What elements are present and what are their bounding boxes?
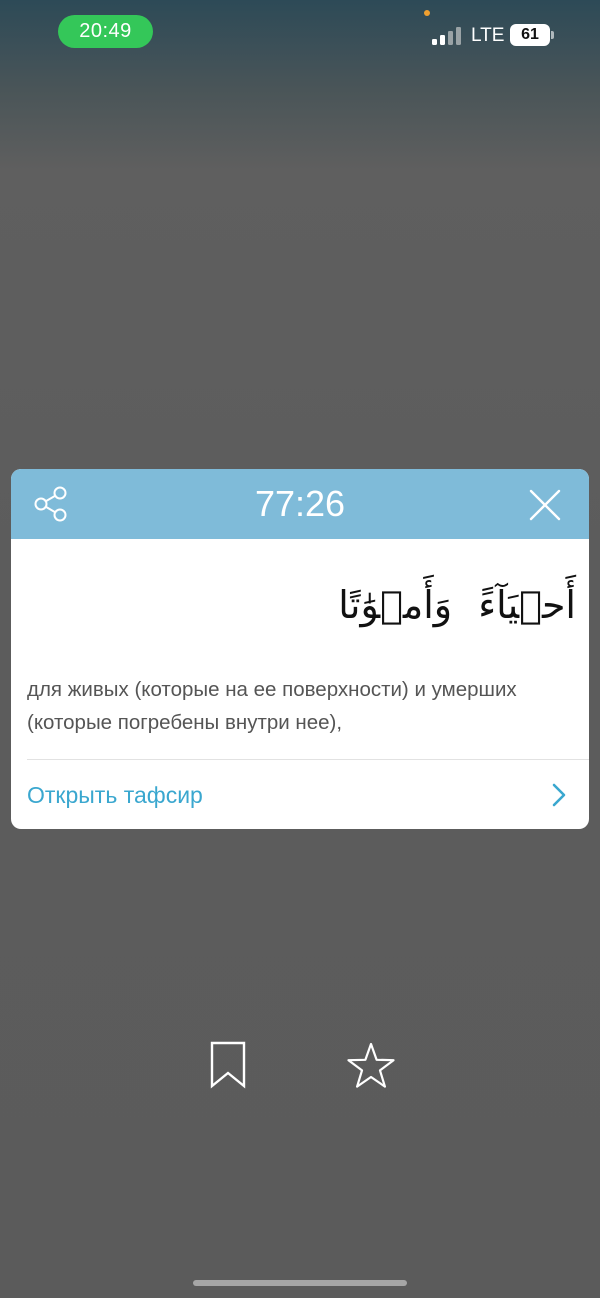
arabic-ayah-text: أَحۡيَآءً وَأَمۡوَٰتًا	[338, 583, 576, 627]
home-indicator[interactable]	[193, 1280, 407, 1286]
chevron-right-icon	[552, 783, 566, 807]
ayah-card: 77:26 أَحۡيَآءً وَأَمۡوَٰتًا для живых (…	[11, 469, 589, 829]
open-tafsir-label: Открыть тафсир	[27, 782, 203, 808]
network-type: LTE	[471, 25, 505, 46]
battery-tip	[551, 31, 554, 39]
ayah-translation: для живых (которые на ее поверхности) и …	[27, 678, 517, 734]
open-tafsir-button[interactable]: Открыть тафсир	[11, 760, 589, 829]
status-time: 20:49	[58, 15, 153, 48]
star-icon[interactable]	[346, 1041, 396, 1089]
share-icon[interactable]	[31, 485, 71, 523]
status-bar: 20:49 LTE 61	[0, 0, 600, 64]
ayah-reference: 77:26	[254, 483, 346, 524]
battery-indicator: 61	[510, 24, 550, 46]
bookmark-icon[interactable]	[208, 1040, 248, 1090]
privacy-indicator-dot	[424, 10, 430, 16]
cellular-signal-icon	[432, 27, 461, 45]
card-header: 77:26	[11, 469, 589, 539]
close-icon[interactable]	[527, 487, 563, 523]
